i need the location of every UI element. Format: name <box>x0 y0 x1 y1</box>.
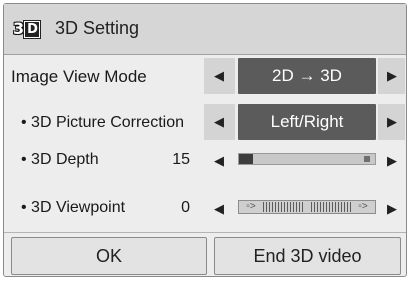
viewpoint-center-gap <box>304 201 310 213</box>
3d-logo-icon: 3D <box>13 19 45 39</box>
image-view-mode-left-cell[interactable]: ◀ <box>204 58 235 94</box>
title-bar: 3D 3D Setting <box>4 4 406 55</box>
picture-correction-text: Left/Right <box>270 112 344 131</box>
picture-correction-right-cell[interactable]: ▶ <box>378 104 405 140</box>
viewpoint-right-marker-icon: ▫> <box>358 201 368 212</box>
right-arrow-icon[interactable]: ▶ <box>387 115 397 129</box>
viewpoint-slider[interactable]: ▫> ▫> <box>238 200 376 214</box>
left-arrow-icon[interactable]: ◀ <box>214 154 224 168</box>
button-divider <box>4 232 406 233</box>
dialog-title: 3D Setting <box>55 18 140 38</box>
right-arrow-icon[interactable]: ▶ <box>387 69 397 83</box>
right-arrow-icon[interactable]: ▶ <box>387 202 397 216</box>
depth-slider[interactable] <box>238 153 376 165</box>
image-view-mode-value[interactable]: 2D → 3D <box>238 58 376 94</box>
depth-label: • 3D Depth <box>21 151 99 168</box>
image-view-mode-right-cell[interactable]: ▶ <box>378 58 405 94</box>
ok-button[interactable]: OK <box>11 237 207 275</box>
depth-value: 15 <box>172 151 190 168</box>
left-arrow-icon[interactable]: ◀ <box>214 69 224 83</box>
image-view-mode-label: Image View Mode <box>11 67 147 86</box>
viewpoint-label: • 3D Viewpoint <box>21 199 126 216</box>
right-arrow-icon[interactable]: ▶ <box>387 154 397 168</box>
depth-slider-end-marker <box>364 156 370 162</box>
3d-setting-dialog: 3D 3D Setting Image View Mode ◀ 2D → 3D … <box>3 3 407 277</box>
left-arrow-icon[interactable]: ◀ <box>214 202 224 216</box>
left-arrow-icon[interactable]: ◀ <box>214 115 224 129</box>
end-3d-video-button[interactable]: End 3D video <box>214 237 401 275</box>
depth-slider-fill <box>239 154 253 164</box>
picture-correction-value[interactable]: Left/Right <box>238 104 376 140</box>
viewpoint-value: 0 <box>181 199 190 216</box>
viewpoint-left-marker-icon: ▫> <box>246 201 256 212</box>
image-view-mode-text: 2D → 3D <box>272 66 342 85</box>
picture-correction-label: • 3D Picture Correction <box>21 114 184 131</box>
picture-correction-left-cell[interactable]: ◀ <box>204 104 235 140</box>
